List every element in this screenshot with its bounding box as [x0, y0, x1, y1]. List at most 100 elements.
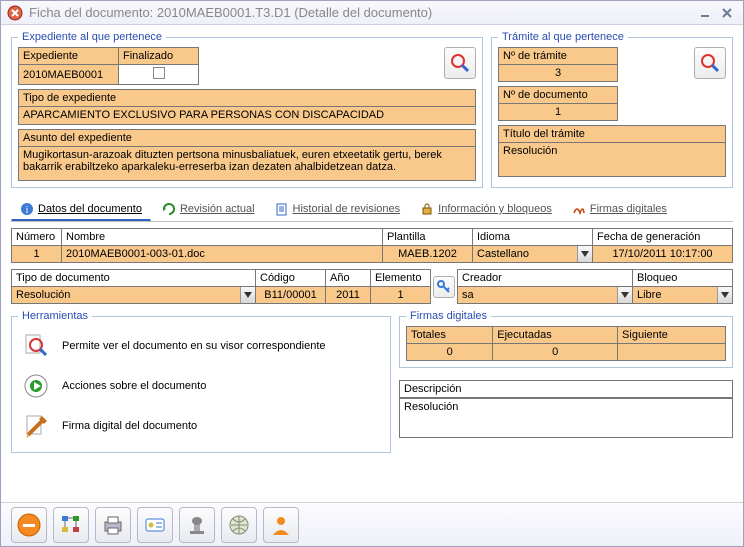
num-tramite-label: Nº de trámite	[499, 48, 618, 65]
globe-button[interactable]	[221, 507, 257, 543]
titulo-tramite-value: Resolución	[498, 143, 726, 177]
h-bloqueo: Bloqueo	[633, 270, 733, 287]
tipo-expediente-value: APARCAMIENTO EXCLUSIVO PARA PERSONAS CON…	[18, 107, 476, 125]
tree-button[interactable]	[53, 507, 89, 543]
history-icon	[275, 202, 289, 216]
bottom-toolbar	[1, 502, 743, 546]
tab-historial[interactable]: Historial de revisiones	[266, 198, 410, 221]
bloqueo-dropdown[interactable]: Libre	[633, 287, 733, 304]
info-icon: i	[20, 202, 34, 216]
descripcion-value: Resolución	[399, 398, 733, 438]
minimize-button[interactable]	[695, 5, 715, 21]
tipo-expediente-label: Tipo de expediente	[18, 89, 476, 107]
h-numero: Número	[12, 229, 62, 246]
tab-revision-label: Revisión actual	[180, 203, 255, 215]
v-numero: 1	[12, 246, 62, 263]
user-button[interactable]	[263, 507, 299, 543]
v-bloqueo: Libre	[637, 289, 661, 301]
tab-datos[interactable]: i Datos del documento	[11, 198, 151, 221]
doc-grid-2a: Tipo de documento Código Año Elemento Re…	[11, 269, 431, 304]
titlebar: Ficha del documento: 2010MAEB0001.T3.D1 …	[1, 1, 743, 25]
tramite-legend: Trámite al que pertenece	[498, 31, 628, 43]
v-elemento: 1	[371, 287, 431, 304]
back-button[interactable]	[11, 507, 47, 543]
num-doc-value: 1	[499, 104, 618, 121]
tab-historial-label: Historial de revisiones	[293, 203, 401, 215]
expediente-table: Expediente Finalizado 2010MAEB0001	[18, 47, 199, 85]
v-nombre: 2010MAEB0001-003-01.doc	[62, 246, 383, 263]
tab-info[interactable]: Información y bloqueos	[411, 198, 561, 221]
v-fecha: 17/10/2011 10:17:00	[593, 246, 733, 263]
asunto-label: Asunto del expediente	[18, 129, 476, 147]
close-button[interactable]	[717, 5, 737, 21]
tipo-dropdown[interactable]: Resolución	[12, 287, 256, 304]
num-tramite-value: 3	[499, 65, 618, 82]
tool-actions[interactable]: Acciones sobre el documento	[18, 366, 384, 406]
h-tipo: Tipo de documento	[12, 270, 256, 287]
tool-view-document[interactable]: Permite ver el documento en su visor cor…	[18, 326, 384, 366]
card-button[interactable]	[137, 507, 173, 543]
finalizado-checkbox[interactable]	[153, 67, 165, 79]
chevron-down-icon	[577, 246, 592, 262]
h-codigo: Código	[256, 270, 326, 287]
v-ejecutadas: 0	[493, 344, 618, 361]
stamp-button[interactable]	[179, 507, 215, 543]
tab-firmas[interactable]: Firmas digitales	[563, 198, 676, 221]
finalizado-cell	[119, 65, 199, 85]
h-siguiente: Siguiente	[618, 327, 726, 344]
descripcion-label: Descripción	[399, 380, 733, 398]
tool-sign-label: Firma digital del documento	[62, 420, 197, 432]
idioma-dropdown[interactable]: Castellano	[473, 246, 593, 263]
tab-revision[interactable]: Revisión actual	[153, 198, 264, 221]
firmas-fieldset: Firmas digitales Totales Ejecutadas Sigu…	[399, 310, 733, 368]
finalizado-header: Finalizado	[119, 48, 199, 65]
window-title: Ficha del documento: 2010MAEB0001.T3.D1 …	[29, 5, 693, 20]
chevron-down-icon	[617, 287, 632, 303]
v-plantilla: MAEB.1202	[383, 246, 473, 263]
firmas-legend: Firmas digitales	[406, 310, 491, 322]
content-area: Expediente al que pertenece Expediente F…	[1, 25, 743, 500]
table-row: sa Libre	[458, 287, 733, 304]
num-doc-table: Nº de documento 1	[498, 86, 618, 121]
doc-grid-1: Número Nombre Plantilla Idioma Fecha de …	[11, 228, 733, 263]
print-button[interactable]	[95, 507, 131, 543]
h-fecha: Fecha de generación	[593, 229, 733, 246]
h-totales: Totales	[407, 327, 493, 344]
v-tipo: Resolución	[16, 289, 70, 301]
num-doc-label: Nº de documento	[499, 87, 618, 104]
tool-sign[interactable]: Firma digital del documento	[18, 406, 384, 446]
titulo-tramite-label: Título del trámite	[498, 125, 726, 143]
tool-view-label: Permite ver el documento en su visor cor…	[62, 340, 326, 352]
key-button[interactable]	[433, 276, 455, 298]
table-row: 0 0	[407, 344, 726, 361]
sign-icon	[20, 410, 52, 442]
magnify-doc-icon	[20, 330, 52, 362]
h-nombre: Nombre	[62, 229, 383, 246]
h-ejecutadas: Ejecutadas	[493, 327, 618, 344]
herramientas-fieldset: Herramientas Permite ver el documento en…	[11, 310, 391, 453]
tab-datos-label: Datos del documento	[38, 203, 142, 215]
v-totales: 0	[407, 344, 493, 361]
h-elemento: Elemento	[371, 270, 431, 287]
tramite-search-button[interactable]	[694, 47, 726, 79]
expediente-legend: Expediente al que pertenece	[18, 31, 166, 43]
tramite-num-table: Nº de trámite 3	[498, 47, 618, 82]
firmas-table: Totales Ejecutadas Siguiente 0 0	[406, 326, 726, 361]
h-idioma: Idioma	[473, 229, 593, 246]
table-row: 1 2010MAEB0001-003-01.doc MAEB.1202 Cast…	[12, 246, 733, 263]
app-icon	[7, 5, 23, 21]
expediente-search-button[interactable]	[444, 47, 476, 79]
v-siguiente	[618, 344, 726, 361]
herramientas-legend: Herramientas	[18, 310, 92, 322]
doc-grid-2b: Creador Bloqueo sa Libre	[457, 269, 733, 304]
expediente-value: 2010MAEB0001	[19, 65, 119, 85]
tab-info-label: Información y bloqueos	[438, 203, 552, 215]
h-creador: Creador	[458, 270, 633, 287]
creador-dropdown[interactable]: sa	[458, 287, 633, 304]
tabs: i Datos del documento Revisión actual His…	[11, 198, 733, 222]
v-creador: sa	[462, 289, 474, 301]
actions-icon	[20, 370, 52, 402]
tool-actions-label: Acciones sobre el documento	[62, 380, 206, 392]
tab-firmas-label: Firmas digitales	[590, 203, 667, 215]
expediente-header: Expediente	[19, 48, 119, 65]
